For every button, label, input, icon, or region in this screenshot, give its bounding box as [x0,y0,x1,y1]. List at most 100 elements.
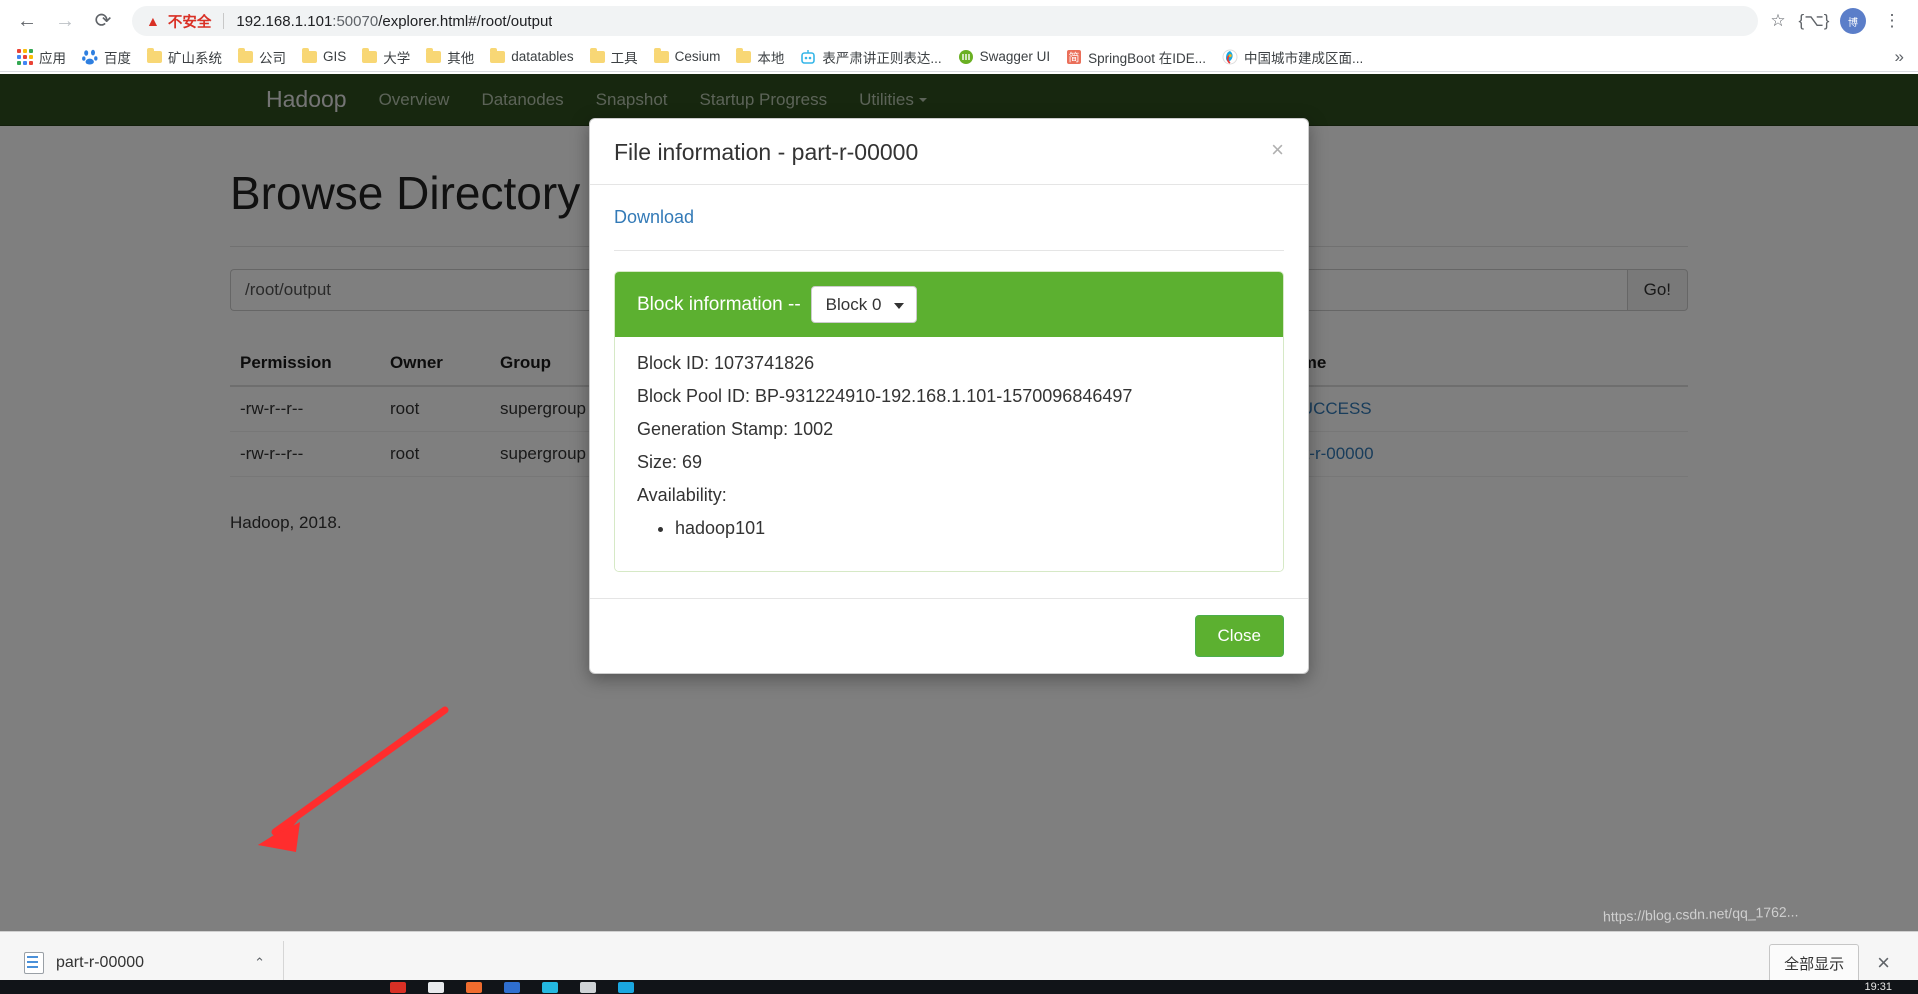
folder-icon [590,51,605,63]
taskbar-app-icon[interactable] [618,982,634,993]
taskbar-app-icon[interactable] [390,982,406,993]
extensions-icon[interactable]: {⌥} [1798,5,1830,37]
site-icon [1222,49,1238,65]
close-button[interactable]: Close [1195,615,1284,657]
url-text: 192.168.1.101:50070/explorer.html#/root/… [236,13,552,30]
bookmark-folder-bendi[interactable]: 本地 [729,44,791,70]
avatar[interactable]: 博 [1840,8,1866,34]
bookmarks-overflow-button[interactable]: » [1889,47,1910,67]
folder-icon [147,51,162,63]
block-pool-id-text: Block Pool ID: BP-931224910-192.168.1.10… [637,386,1261,407]
taskbar-app-icon[interactable] [542,982,558,993]
reload-icon[interactable]: ⟳ [86,4,120,38]
bookmark-springboot-article[interactable]: 简 SpringBoot 在IDE... [1059,44,1213,70]
taskbar-app-icon[interactable] [466,982,482,993]
show-all-downloads-button[interactable]: 全部显示 [1769,944,1859,983]
bookmark-star-icon[interactable]: ☆ [1762,5,1794,37]
modal-title: File information - part-r-00000 [614,139,1284,166]
folder-icon [736,51,751,63]
bookmark-label: 中国城市建成区面... [1244,47,1363,67]
folder-icon [490,51,505,63]
download-link[interactable]: Download [614,207,694,227]
availability-list: hadoop101 [637,518,1261,539]
modal-header: File information - part-r-00000 × [590,119,1308,185]
back-arrow-icon[interactable]: ← [10,4,44,38]
address-bar[interactable]: ▲ 不安全 192.168.1.101:50070/explorer.html#… [132,6,1758,36]
block-select-wrapper: Block 0 [811,286,917,323]
block-id-text: Block ID: 1073741826 [637,353,1261,374]
size-text: Size: 69 [637,452,1261,473]
bookmark-regex-site[interactable]: 表严肃讲正则表达... [793,44,948,70]
generation-stamp-text: Generation Stamp: 1002 [637,419,1261,440]
apps-grid-icon [17,49,33,65]
bookmark-label: 百度 [104,47,131,67]
folder-icon [302,51,317,63]
bookmark-baidu[interactable]: 百度 [75,44,138,70]
taskbar-app-icon[interactable] [428,982,444,993]
svg-text:简: 简 [1069,50,1080,64]
bookmark-folder-daxue[interactable]: 大学 [355,44,417,70]
folder-icon [654,51,669,63]
download-file-name: part-r-00000 [56,954,144,972]
bookmark-label: 其他 [447,47,474,67]
chevron-up-icon[interactable]: ⌃ [246,955,273,971]
bookmark-china-urban-site[interactable]: 中国城市建成区面... [1215,44,1370,70]
robot-icon [800,49,816,65]
bookmark-folder-datatables[interactable]: datatables [483,46,580,67]
warning-triangle-icon: ▲ [146,14,160,28]
bookmark-folder-kuangshan[interactable]: 矿山系统 [140,44,229,70]
block-select[interactable]: Block 0 [811,286,917,323]
modal-footer: Close [590,598,1308,673]
baidu-icon [82,49,98,65]
jianshu-icon: 简 [1066,49,1082,65]
bookmark-swagger-ui[interactable]: Swagger UI [951,46,1058,68]
bookmark-label: 公司 [259,47,286,67]
security-warning-label: 不安全 [168,11,212,32]
bookmark-folder-cesium[interactable]: Cesium [647,46,728,67]
bookmark-label: 工具 [611,47,638,67]
browser-toolbar: ← → ⟳ ▲ 不安全 192.168.1.101:50070/explorer… [0,0,1918,42]
download-item[interactable]: part-r-00000 ⌃ [14,941,284,985]
taskbar-app-icon[interactable] [504,982,520,993]
bookmark-folder-gongju[interactable]: 工具 [583,44,645,70]
block-information-panel: Block information -- Block 0 Block ID: 1… [614,271,1284,572]
folder-icon [362,51,377,63]
bookmark-folder-gongsi[interactable]: 公司 [231,44,293,70]
taskbar-clock: 19:31 [1864,981,1892,993]
bookmark-label: 应用 [39,47,66,67]
close-icon[interactable]: × [1267,135,1288,165]
forward-arrow-icon[interactable]: → [48,4,82,38]
modal-body: Download Block information -- Block 0 Bl… [590,185,1308,598]
block-panel-header: Block information -- Block 0 [615,272,1283,337]
chrome-menu-icon[interactable]: ⋮ [1876,5,1908,37]
bookmark-label: Cesium [675,49,721,64]
bookmark-folder-qita[interactable]: 其他 [419,44,481,70]
block-panel-body: Block ID: 1073741826 Block Pool ID: BP-9… [615,337,1283,571]
file-icon [24,952,44,974]
bookmark-label: datatables [511,49,573,64]
folder-icon [238,51,253,63]
folder-icon [426,51,441,63]
bookmark-label: GIS [323,49,346,64]
availability-label: Availability: [637,485,1261,506]
windows-taskbar: 19:31 [0,980,1918,994]
url-host: 192.168.1.101 [236,13,332,30]
bookmark-apps[interactable]: 应用 [10,44,73,70]
file-information-modal: File information - part-r-00000 × Downlo… [589,118,1309,674]
url-path: /explorer.html#/root/output [378,13,552,30]
bookmark-label: 矿山系统 [168,47,222,67]
browser-chrome: ← → ⟳ ▲ 不安全 192.168.1.101:50070/explorer… [0,0,1918,72]
close-shelf-icon[interactable]: × [1859,950,1904,976]
omnibox-divider [223,13,224,29]
bookmark-folder-gis[interactable]: GIS [295,46,353,67]
bookmark-label: Swagger UI [980,49,1051,64]
url-port: :50070 [332,13,378,30]
bookmark-label: 表严肃讲正则表达... [822,47,941,67]
bookmarks-bar: 应用 百度 矿山系统 公司 GIS 大学 其他 [0,42,1918,72]
swagger-icon [958,49,974,65]
bookmark-label: SpringBoot 在IDE... [1088,47,1206,67]
bookmark-label: 本地 [757,47,784,67]
taskbar-app-icon[interactable] [580,982,596,993]
bookmark-label: 大学 [383,47,410,67]
block-panel-title: Block information -- [637,294,801,316]
